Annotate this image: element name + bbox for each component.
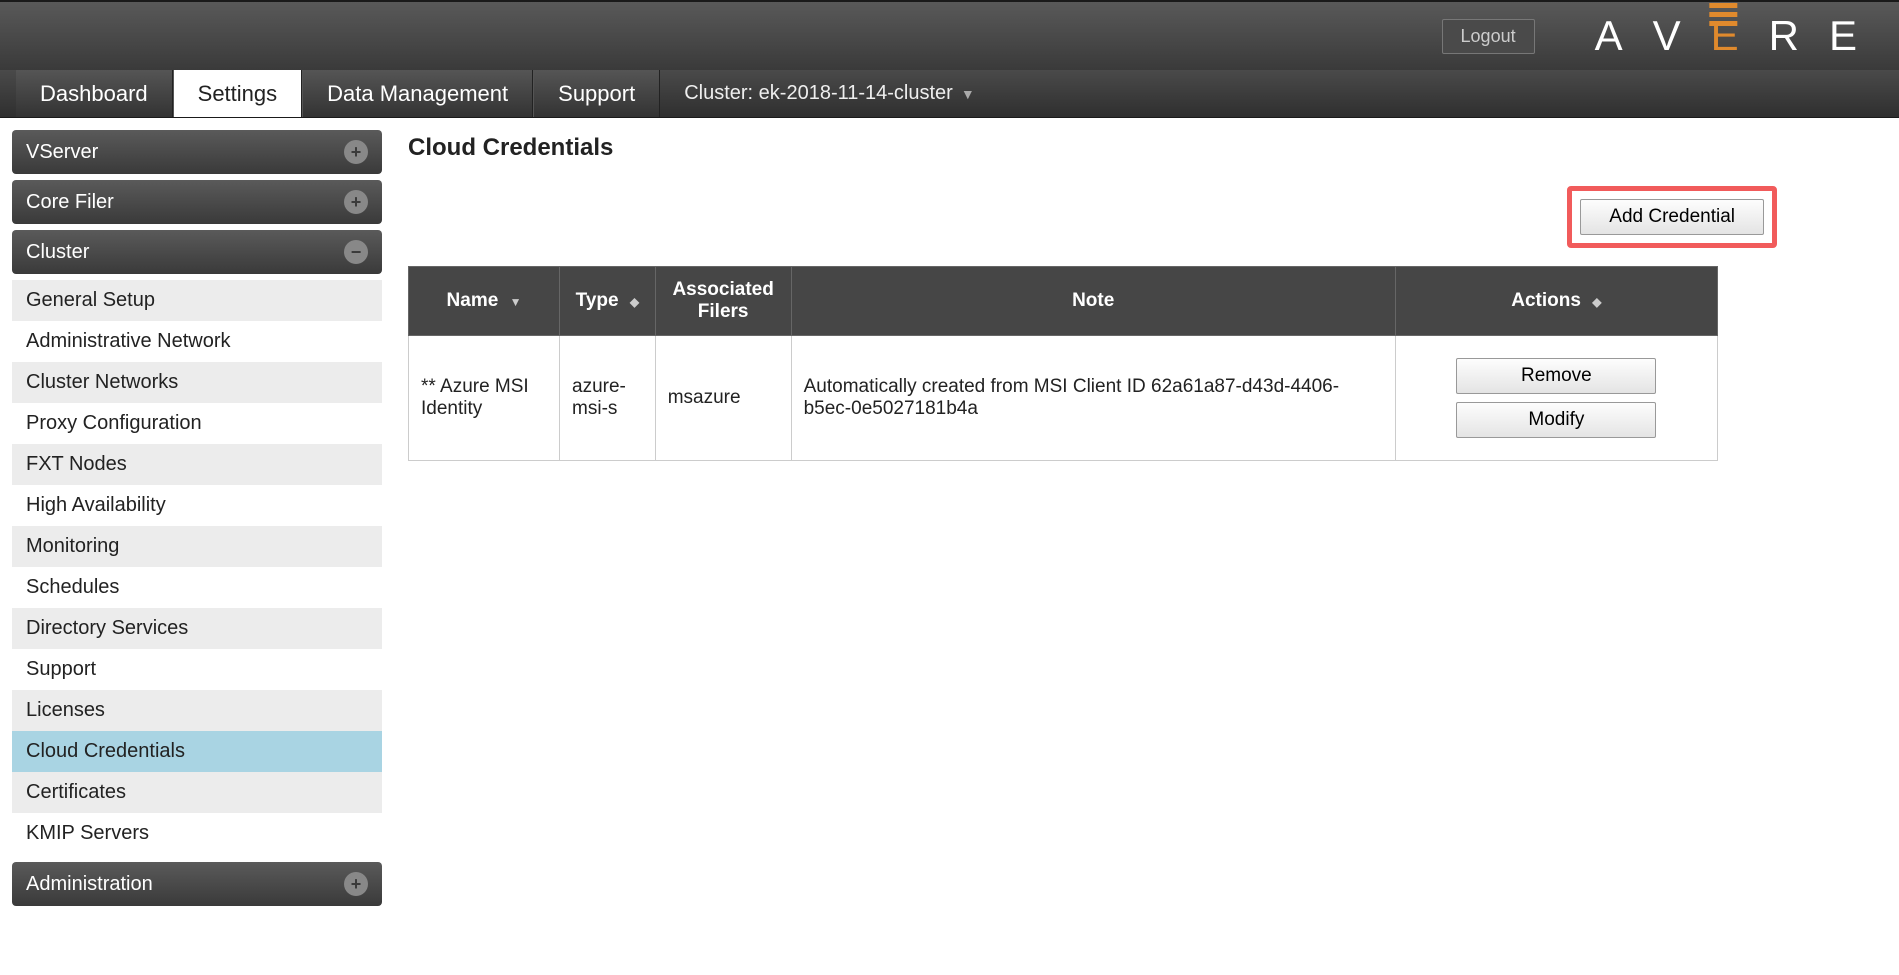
col-header-actions[interactable]: Actions ◆ bbox=[1395, 267, 1717, 336]
settings-sidebar: VServer Core Filer Cluster General Setup… bbox=[12, 130, 382, 912]
chevron-down-icon: ▼ bbox=[961, 86, 975, 102]
cell-type: azure-msi-s bbox=[560, 336, 656, 461]
logo-letter: V bbox=[1653, 12, 1693, 60]
tab-dashboard[interactable]: Dashboard bbox=[16, 70, 173, 117]
cell-assoc: msazure bbox=[655, 336, 791, 461]
cell-actions: Remove Modify bbox=[1395, 336, 1717, 461]
sidebar-cluster-items: General Setup Administrative Network Clu… bbox=[12, 280, 382, 854]
sidebar-item-cloud-credentials[interactable]: Cloud Credentials bbox=[12, 731, 382, 772]
sidebar-section-label: VServer bbox=[26, 141, 98, 164]
logo-letter: E bbox=[1829, 12, 1869, 60]
sidebar-item-admin-network[interactable]: Administrative Network bbox=[12, 321, 382, 362]
logo-bars-icon bbox=[1709, 0, 1737, 26]
cluster-name: ek-2018-11-14-cluster bbox=[759, 82, 953, 105]
sidebar-item-high-availability[interactable]: High Availability bbox=[12, 485, 382, 526]
sidebar-item-cluster-networks[interactable]: Cluster Networks bbox=[12, 362, 382, 403]
sort-icon: ◆ bbox=[1592, 295, 1601, 309]
cell-name: ** Azure MSI Identity bbox=[409, 336, 560, 461]
brand-logo: A V E R E bbox=[1595, 12, 1869, 60]
sidebar-item-licenses[interactable]: Licenses bbox=[12, 690, 382, 731]
col-header-type[interactable]: Type ◆ bbox=[560, 267, 656, 336]
remove-button[interactable]: Remove bbox=[1456, 358, 1656, 394]
col-label: Actions bbox=[1511, 290, 1581, 311]
col-label: Name bbox=[447, 290, 499, 311]
cluster-selector[interactable]: Cluster: ek-2018-11-14-cluster ▼ bbox=[660, 70, 999, 117]
sidebar-item-monitoring[interactable]: Monitoring bbox=[12, 526, 382, 567]
content-area: Cloud Credentials Add Credential Name ▼ … bbox=[398, 130, 1887, 912]
credentials-table: Name ▼ Type ◆ Associated Filers Note Act bbox=[408, 266, 1718, 461]
main-tabs: Dashboard Settings Data Management Suppo… bbox=[0, 70, 1899, 118]
sidebar-section-core-filer[interactable]: Core Filer bbox=[12, 180, 382, 224]
page-title: Cloud Credentials bbox=[408, 134, 1877, 162]
sidebar-section-label: Administration bbox=[26, 873, 153, 896]
cluster-prefix: Cluster: bbox=[684, 82, 753, 105]
sidebar-item-proxy-config[interactable]: Proxy Configuration bbox=[12, 403, 382, 444]
expand-icon bbox=[344, 140, 368, 164]
col-header-associated-filers[interactable]: Associated Filers bbox=[655, 267, 791, 336]
expand-icon bbox=[344, 872, 368, 896]
modify-button[interactable]: Modify bbox=[1456, 402, 1656, 438]
logout-button[interactable]: Logout bbox=[1442, 19, 1535, 54]
col-label: Type bbox=[576, 290, 619, 311]
sidebar-item-fxt-nodes[interactable]: FXT Nodes bbox=[12, 444, 382, 485]
sidebar-section-cluster[interactable]: Cluster bbox=[12, 230, 382, 274]
add-credential-button[interactable]: Add Credential bbox=[1580, 199, 1764, 235]
tab-settings[interactable]: Settings bbox=[173, 70, 303, 117]
sidebar-section-administration[interactable]: Administration bbox=[12, 862, 382, 906]
collapse-icon bbox=[344, 240, 368, 264]
sidebar-item-schedules[interactable]: Schedules bbox=[12, 567, 382, 608]
sidebar-section-label: Core Filer bbox=[26, 191, 114, 214]
tab-support[interactable]: Support bbox=[533, 70, 660, 117]
sidebar-section-label: Cluster bbox=[26, 241, 89, 264]
sidebar-item-general-setup[interactable]: General Setup bbox=[12, 280, 382, 321]
table-row: ** Azure MSI Identity azure-msi-s msazur… bbox=[409, 336, 1718, 461]
col-label: Note bbox=[1072, 290, 1114, 311]
cell-note: Automatically created from MSI Client ID… bbox=[791, 336, 1395, 461]
sidebar-item-directory-services[interactable]: Directory Services bbox=[12, 608, 382, 649]
col-header-note[interactable]: Note bbox=[791, 267, 1395, 336]
add-credential-highlight: Add Credential bbox=[1567, 186, 1777, 248]
tab-data-management[interactable]: Data Management bbox=[302, 70, 533, 117]
sidebar-item-kmip-servers[interactable]: KMIP Servers bbox=[12, 813, 382, 854]
sort-desc-icon: ▼ bbox=[510, 295, 522, 309]
sidebar-item-support[interactable]: Support bbox=[12, 649, 382, 690]
col-label: Associated Filers bbox=[672, 279, 773, 322]
top-bar: Logout A V E R E bbox=[0, 0, 1899, 70]
sidebar-section-vserver[interactable]: VServer bbox=[12, 130, 382, 174]
logo-letter: R bbox=[1769, 12, 1811, 60]
expand-icon bbox=[344, 190, 368, 214]
logo-letter: A bbox=[1595, 12, 1635, 60]
sidebar-item-certificates[interactable]: Certificates bbox=[12, 772, 382, 813]
col-header-name[interactable]: Name ▼ bbox=[409, 267, 560, 336]
sort-icon: ◆ bbox=[630, 295, 639, 309]
